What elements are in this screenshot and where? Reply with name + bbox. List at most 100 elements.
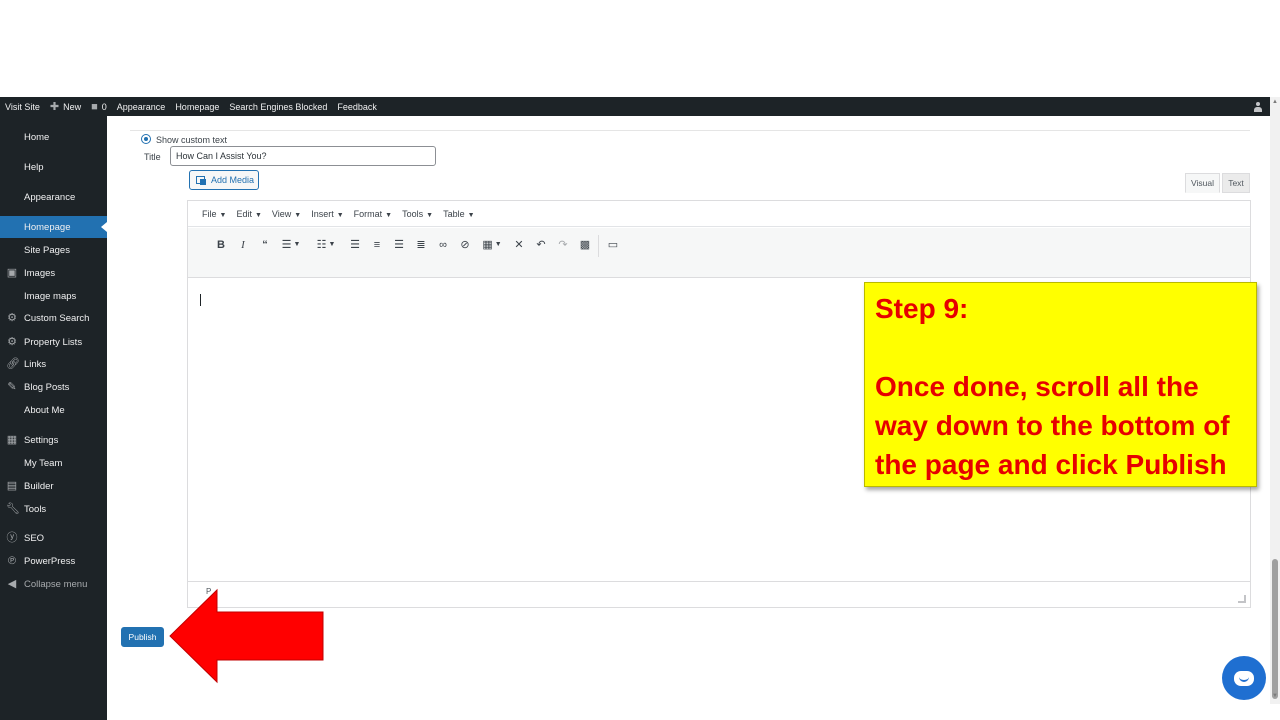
sidebar-item-label: Collapse menu — [24, 578, 88, 590]
media-embed-icon[interactable]: ▭ — [606, 237, 620, 253]
menu-tools[interactable]: Tools ▼ — [402, 209, 433, 219]
admin-bar-new[interactable]: ✚ New — [45, 97, 86, 116]
admin-bar-search-engines-blocked[interactable]: Search Engines Blocked — [224, 97, 332, 116]
scroll-up-icon[interactable]: ▲ — [1272, 99, 1278, 105]
chevron-down-icon: ▼ — [426, 211, 434, 219]
menu-format[interactable]: Format ▼ — [354, 209, 392, 219]
sidebar-item-settings[interactable]: ▦ Settings — [0, 434, 107, 446]
menu-table[interactable]: Table ▼ — [443, 209, 474, 219]
sidebar-item-tools[interactable]: 🔧︎ Tools — [0, 503, 107, 515]
show-custom-text-label: Show custom text — [156, 135, 228, 145]
numbered-list-icon[interactable]: ☷ ▼ — [314, 237, 338, 253]
admin-bar-homepage[interactable]: Homepage — [170, 97, 224, 116]
sidebar-item-label: Help — [24, 161, 44, 173]
sidebar-item-label: Settings — [24, 434, 59, 446]
sidebar-item-homepage[interactable]: Homepage — [0, 216, 107, 238]
undo-icon[interactable]: ↶ — [534, 237, 548, 253]
fullscreen-icon[interactable]: ✕ — [512, 237, 526, 253]
scroll-thumb[interactable] — [1272, 559, 1278, 699]
sidebar-item-custom-search[interactable]: ⚙ Custom Search — [0, 312, 107, 324]
chevron-down-icon: ▼ — [219, 211, 227, 219]
align-center-icon[interactable]: ≡ — [370, 237, 384, 253]
redo-icon[interactable]: ↷ — [556, 237, 570, 253]
sidebar-item-property-lists[interactable]: ⚙ Property Lists — [0, 336, 107, 348]
title-label: Title — [144, 152, 161, 162]
media-icon — [196, 175, 207, 185]
publish-button[interactable]: Publish — [121, 627, 164, 647]
blockquote-icon[interactable]: “ — [258, 237, 272, 253]
sidebar-item-label: PowerPress — [24, 555, 76, 567]
admin-bar-appearance[interactable]: Appearance — [112, 97, 171, 116]
sidebar-item-label: Custom Search — [24, 312, 90, 324]
link-icon: 🔗︎ — [6, 358, 20, 370]
sidebar-item-label: Images — [24, 267, 56, 279]
admin-bar-visit-site[interactable]: Visit Site — [0, 97, 45, 116]
editor-toolbar: B I “ ☰ ▼ ☷ ▼ ☰ ≡ ☰ ≣ ∞ ⊘ ▦ ▼ ✕ ↶ ↷ ▩ ▭ — [188, 228, 1250, 278]
yoast-icon: ⓨ — [6, 532, 18, 544]
admin-bar-user[interactable] — [1254, 97, 1262, 116]
keyboard-icon[interactable]: ▩ — [578, 237, 592, 253]
sidebar-item-blog-posts[interactable]: ✎ Blog Posts — [0, 381, 107, 393]
admin-sidebar: Home Help Appearance Homepage Site Pages… — [0, 116, 107, 720]
collapse-icon: ◀ — [7, 578, 17, 590]
sidebar-item-builder[interactable]: ▤ Builder — [0, 480, 107, 492]
admin-bar-feedback[interactable]: Feedback — [332, 97, 382, 116]
sidebar-item-about-me[interactable]: About Me — [0, 404, 107, 416]
italic-icon[interactable]: I — [236, 237, 250, 253]
sidebar-item-help[interactable]: Help — [0, 161, 107, 173]
comment-icon: ■ — [91, 100, 98, 113]
sidebar-item-images[interactable]: ▣ Images — [0, 267, 107, 279]
sidebar-item-label: Site Pages — [24, 244, 70, 256]
add-media-button[interactable]: Add Media — [189, 170, 259, 190]
sidebar-item-home[interactable]: Home — [0, 131, 107, 143]
admin-bar-feedback-label: Feedback — [337, 101, 377, 112]
sidebar-item-image-maps[interactable]: Image maps — [0, 290, 107, 302]
admin-bar-appearance-label: Appearance — [116, 101, 166, 112]
admin-bar-comments[interactable]: ■ 0 — [86, 97, 112, 116]
menu-insert[interactable]: Insert ▼ — [311, 209, 343, 219]
editor-menubar: File ▼ Edit ▼ View ▼ Insert ▼ Format ▼ Tools ▼… — [188, 201, 1250, 227]
title-input[interactable] — [170, 146, 436, 166]
gear-icon: ⚙ — [7, 312, 17, 324]
sidebar-item-appearance[interactable]: Appearance — [0, 191, 107, 203]
menu-file[interactable]: File ▼ — [202, 209, 226, 219]
bold-icon[interactable]: B — [214, 237, 228, 253]
powerpress-icon: ℗ — [7, 555, 17, 567]
text-cursor — [200, 294, 201, 306]
sidebar-item-my-team[interactable]: My Team — [0, 457, 107, 469]
sidebar-item-seo[interactable]: ⓨ SEO — [0, 532, 107, 544]
sidebar-item-links[interactable]: 🔗︎ Links — [0, 358, 107, 370]
sidebar-item-label: Property Lists — [24, 336, 83, 348]
add-media-label: Add Media — [211, 175, 255, 185]
sidebar-collapse-menu[interactable]: ◀ Collapse menu — [0, 578, 107, 590]
sidebar-item-powerpress[interactable]: ℗ PowerPress — [0, 555, 107, 567]
menu-edit[interactable]: Edit ▼ — [236, 209, 261, 219]
scroll-down-icon[interactable]: ▼ — [1272, 693, 1278, 699]
settings-icon: ▦ — [6, 434, 18, 446]
chevron-down-icon: ▼ — [336, 211, 344, 219]
editor-statusbar: P — [188, 581, 1250, 607]
tab-text[interactable]: Text — [1222, 173, 1250, 193]
bullet-list-icon[interactable]: ☰ ▼ — [280, 237, 302, 253]
chat-button[interactable] — [1222, 656, 1266, 700]
chevron-down-icon: ▼ — [385, 211, 393, 219]
align-left-icon[interactable]: ☰ — [348, 237, 362, 253]
menu-view[interactable]: View ▼ — [272, 209, 301, 219]
images-icon: ▣ — [6, 267, 18, 279]
instruction-callout: Step 9: Once done, scroll all the way do… — [864, 282, 1257, 487]
admin-bar-visit-site-label: Visit Site — [5, 101, 40, 112]
link-icon[interactable]: ∞ — [436, 237, 450, 253]
resize-handle-icon[interactable] — [1238, 595, 1246, 603]
sidebar-item-site-pages[interactable]: Site Pages — [0, 244, 107, 256]
table-icon[interactable]: ▦ ▼ — [480, 237, 504, 253]
align-right-icon[interactable]: ☰ — [392, 237, 406, 253]
justify-icon[interactable]: ≣ — [414, 237, 428, 253]
gear-icon: ⚙ — [7, 336, 17, 348]
unlink-icon[interactable]: ⊘ — [458, 237, 472, 253]
tab-visual[interactable]: Visual — [1185, 173, 1220, 193]
user-icon — [1254, 101, 1262, 112]
admin-bar-search-engines-label: Search Engines Blocked — [229, 101, 328, 112]
show-custom-text-radio[interactable] — [141, 134, 151, 144]
chat-icon — [1234, 670, 1254, 686]
page-scrollbar[interactable]: ▲ ▼ — [1270, 97, 1280, 704]
